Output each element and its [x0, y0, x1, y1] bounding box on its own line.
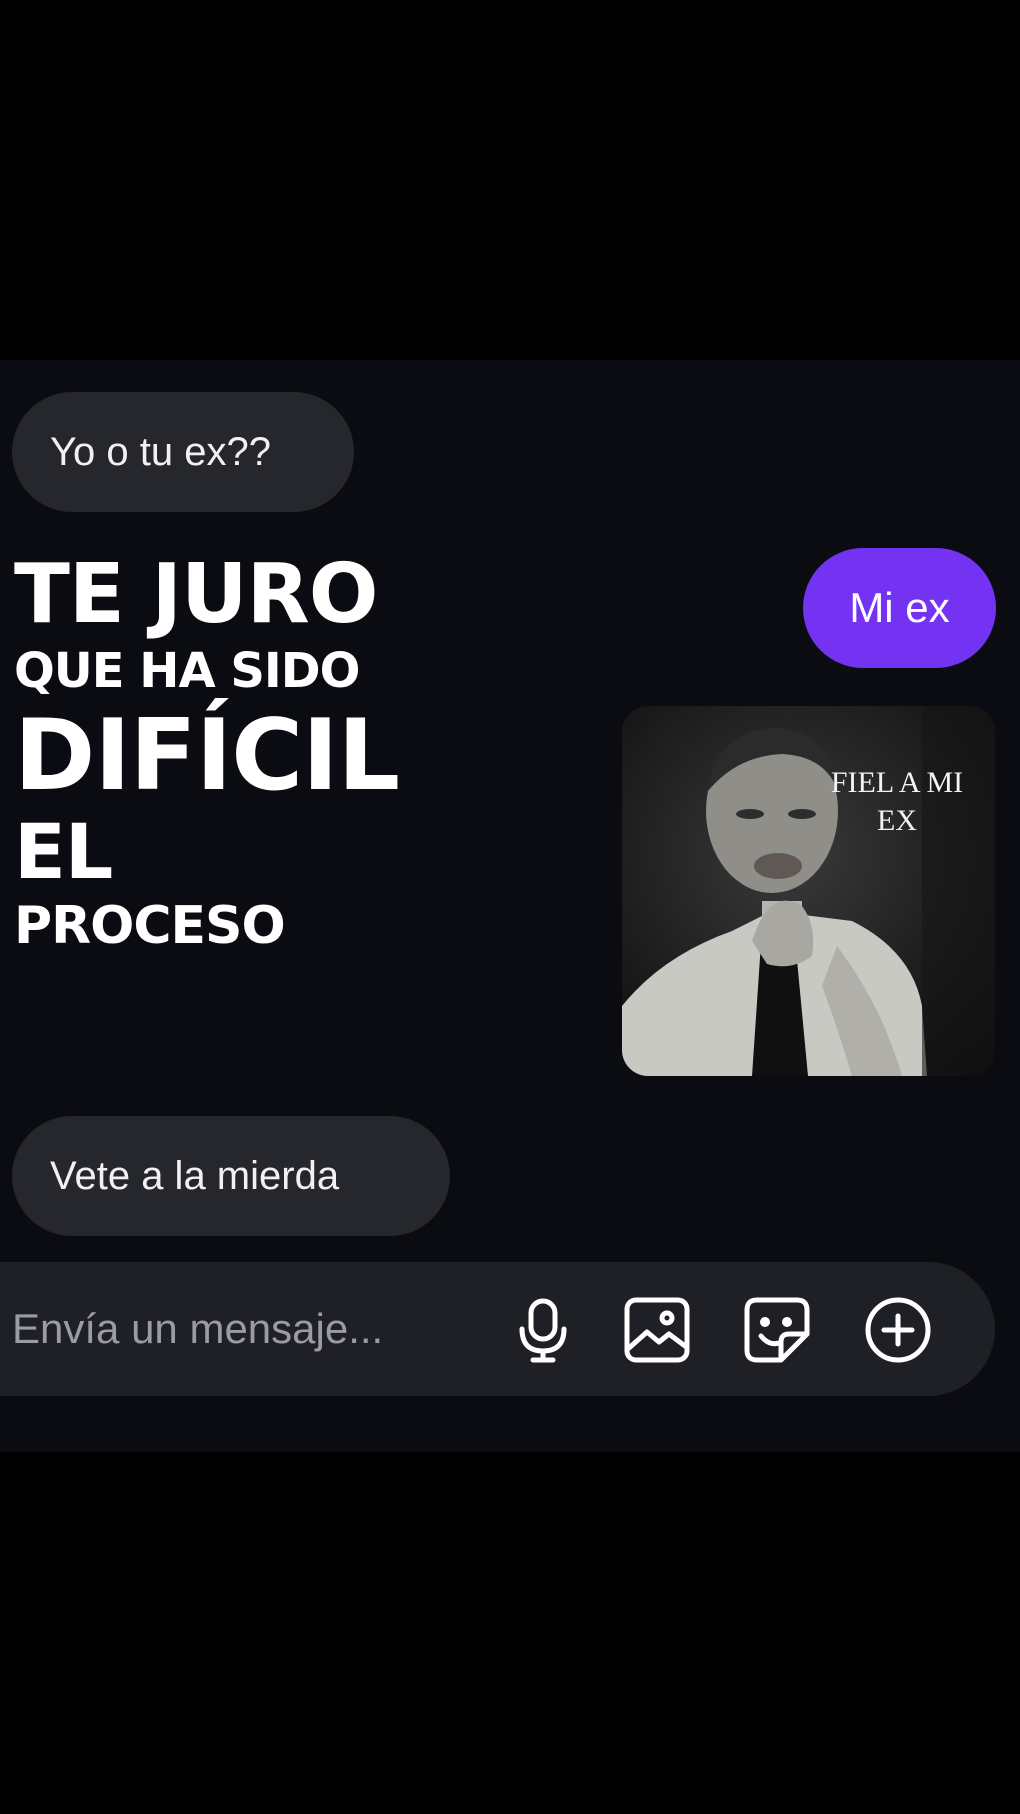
gif-image [622, 706, 995, 1076]
received-message[interactable]: Vete a la mierda [12, 1116, 450, 1236]
chat-thread: Yo o tu ex?? TE JURO QUE HA SIDO DIFÍCIL… [0, 360, 1020, 1452]
microphone-icon[interactable] [509, 1296, 577, 1364]
sent-message[interactable]: Mi ex [803, 548, 996, 668]
plus-icon[interactable] [864, 1296, 932, 1364]
image-icon[interactable] [623, 1296, 691, 1364]
caption-line: QUE HA SIDO [14, 643, 360, 699]
caption-line: PROCESO [14, 896, 286, 956]
caption-line: TE JURO [14, 547, 378, 642]
gif-caption: FIEL A MI EX [830, 766, 964, 837]
overlay-caption: TE JURO QUE HA SIDO DIFÍCIL EL PROCESO [14, 547, 400, 958]
caption-line: DIFÍCIL [14, 699, 400, 813]
message-input[interactable]: Envía un mensaje... [12, 1262, 383, 1396]
gif-message[interactable]: FIEL A MI EX [622, 706, 995, 1076]
sticker-icon[interactable] [743, 1296, 811, 1364]
received-message[interactable]: Yo o tu ex?? [12, 392, 354, 512]
message-composer: Envía un mensaje... [0, 1262, 995, 1396]
caption-line: EL [14, 807, 113, 896]
